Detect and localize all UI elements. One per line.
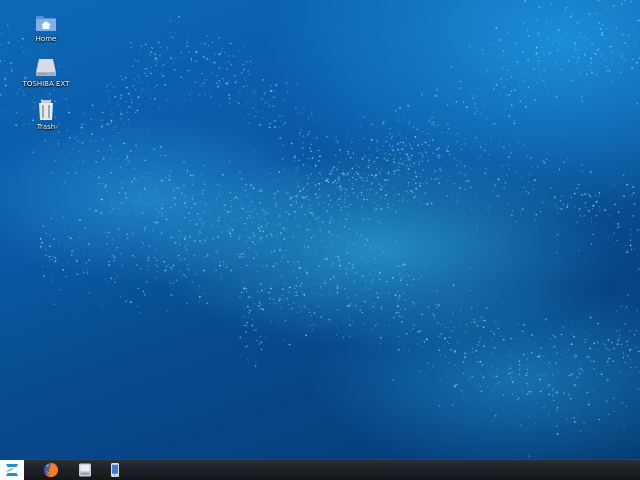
wallpaper-particles <box>0 0 640 457</box>
mobile-device-icon <box>111 463 119 477</box>
desktop[interactable]: Home TOSHIBA EXT Trash <box>0 0 640 459</box>
home-folder-icon <box>36 16 56 31</box>
external-drive-icon <box>36 59 56 76</box>
taskbar <box>0 459 640 480</box>
firefox-icon <box>44 462 59 477</box>
desktop-icon-label: TOSHIBA EXT <box>22 80 70 88</box>
desktop-icon-home[interactable]: Home <box>18 10 74 44</box>
desktop-icon-toshiba-ext[interactable]: TOSHIBA EXT <box>18 55 74 89</box>
desktop-icon-label: Trash <box>36 123 56 131</box>
trash-icon <box>39 100 53 120</box>
files-icon <box>79 463 91 477</box>
zorin-logo-icon <box>6 464 18 476</box>
taskbar-item-files[interactable] <box>76 462 94 478</box>
taskbar-item-mobile[interactable] <box>106 462 124 478</box>
desktop-icon-trash[interactable]: Trash <box>18 98 74 132</box>
taskbar-item-firefox[interactable] <box>42 462 60 478</box>
start-menu-button[interactable] <box>0 460 24 480</box>
desktop-icon-label: Home <box>35 35 57 43</box>
